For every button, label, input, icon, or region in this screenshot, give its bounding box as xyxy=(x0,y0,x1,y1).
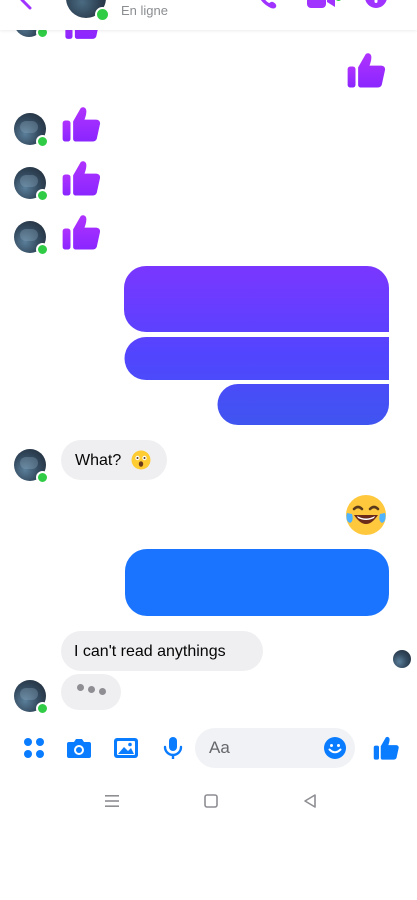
online-indicator xyxy=(95,7,110,22)
typing-dot xyxy=(88,686,95,693)
thumbs-up-message[interactable] xyxy=(60,157,102,199)
info-icon[interactable] xyxy=(364,0,388,10)
typing-dot xyxy=(77,684,84,691)
thumbs-up-icon[interactable] xyxy=(372,734,400,762)
video-active-dot xyxy=(335,0,342,1)
image-icon[interactable] xyxy=(113,736,139,760)
microphone-icon[interactable] xyxy=(160,736,186,760)
apps-icon[interactable] xyxy=(21,736,47,760)
thumbs-up-message[interactable] xyxy=(60,103,102,145)
online-dot xyxy=(36,702,49,715)
online-dot xyxy=(36,189,49,202)
thumbs-up-message[interactable] xyxy=(60,211,102,253)
astonished-face-emoji-icon xyxy=(131,450,151,470)
face-with-tears-of-joy-emoji-icon[interactable] xyxy=(344,493,388,537)
chat-header: En ligne xyxy=(0,0,417,30)
seen-receipt-avatar xyxy=(393,650,411,668)
recent-apps-icon[interactable] xyxy=(103,792,121,810)
outgoing-bubble xyxy=(124,337,389,380)
outgoing-bubble xyxy=(217,384,389,425)
outgoing-bubble xyxy=(124,266,389,332)
back-icon[interactable] xyxy=(301,792,319,810)
phone-call-icon[interactable] xyxy=(256,0,280,10)
typing-indicator xyxy=(61,674,121,710)
back-arrow-icon[interactable] xyxy=(18,0,34,10)
online-dot xyxy=(36,243,49,256)
message-input[interactable]: Aa xyxy=(195,728,355,768)
message-text: I can't read anythings xyxy=(74,643,226,660)
thumbs-up-message-outgoing[interactable] xyxy=(345,49,387,91)
incoming-message-bubble[interactable]: What? xyxy=(61,440,167,480)
online-dot xyxy=(36,135,49,148)
message-text: What? xyxy=(75,452,122,469)
contact-status: En ligne xyxy=(121,3,168,18)
video-call-icon[interactable] xyxy=(306,0,336,10)
incoming-message-bubble[interactable]: I can't read anythings xyxy=(61,631,263,671)
system-navigation-bar xyxy=(0,782,417,822)
typing-dot xyxy=(99,688,106,695)
outgoing-bubble-group[interactable] xyxy=(124,266,390,426)
camera-icon[interactable] xyxy=(66,736,92,760)
smile-icon[interactable] xyxy=(323,736,347,760)
online-dot xyxy=(36,471,49,484)
outgoing-bubble[interactable] xyxy=(125,549,389,616)
message-input-placeholder: Aa xyxy=(209,738,230,757)
message-composer: Aa xyxy=(0,724,417,772)
home-icon[interactable] xyxy=(202,792,220,810)
